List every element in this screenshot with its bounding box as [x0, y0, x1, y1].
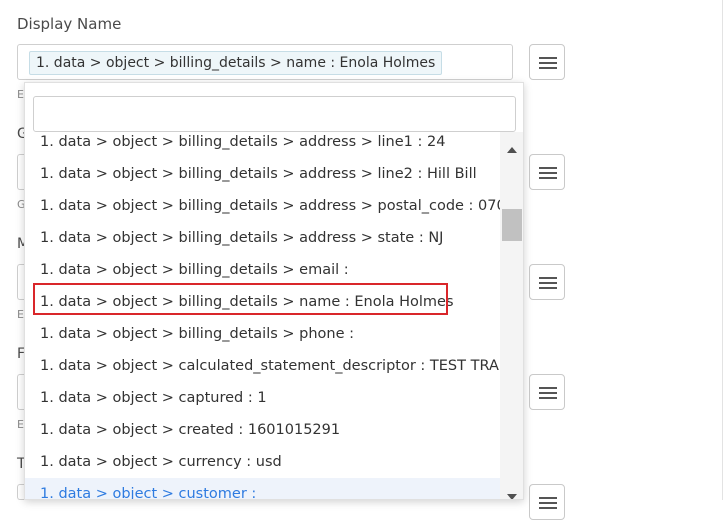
selected-value-chip[interactable]: 1. data > object > billing_details > nam… — [29, 51, 443, 75]
dropdown-option[interactable]: 1. data > object > created : 1601015291 — [25, 414, 500, 446]
field-2-menu-button[interactable] — [529, 154, 565, 190]
triangle-down-icon[interactable] — [507, 494, 517, 499]
display-name-select[interactable]: 1. data > object > billing_details > nam… — [17, 44, 513, 80]
selected-option-highlight — [33, 283, 448, 315]
dropdown-option[interactable]: 1. data > object > billing_details > pho… — [25, 318, 500, 350]
dropdown-option[interactable]: 1. data > object > billing_details > add… — [25, 190, 500, 222]
field-4-hint: E — [17, 418, 24, 431]
field-3-hint: E — [17, 308, 24, 321]
scrollbar-thumb[interactable] — [502, 209, 522, 241]
display-name-hint: E — [17, 88, 24, 101]
display-name-menu-button[interactable] — [529, 44, 565, 80]
panel-right-border — [722, 0, 723, 500]
dropdown-option[interactable]: 1. data > object > billing_details > add… — [25, 222, 500, 254]
dropdown-option[interactable]: 1. data > object > captured : 1 — [25, 382, 500, 414]
dropdown-option[interactable]: 1. data > object > currency : usd — [25, 446, 500, 478]
dropdown-scrollbar[interactable] — [500, 132, 523, 499]
dropdown-option[interactable]: 1. data > object > billing_details > add… — [25, 158, 500, 190]
triangle-up-icon[interactable] — [507, 147, 517, 153]
dropdown-options-list: 1. data > object > billing_details > add… — [25, 132, 500, 499]
field-5-menu-button[interactable] — [529, 484, 565, 520]
dropdown-option[interactable]: 1. data > object > billing_details > ema… — [25, 254, 500, 286]
dropdown-option-hovered[interactable]: 1. data > object > customer : — [25, 478, 500, 499]
field-3-menu-button[interactable] — [529, 264, 565, 300]
field-mapping-dropdown: 1. data > object > billing_details > add… — [24, 82, 524, 500]
field-4-menu-button[interactable] — [529, 374, 565, 410]
display-name-label: Display Name — [17, 15, 122, 33]
dropdown-search-input[interactable] — [33, 96, 516, 132]
dropdown-option[interactable]: 1. data > object > billing_details > add… — [25, 132, 500, 158]
dropdown-option[interactable]: 1. data > object > calculated_statement_… — [25, 350, 500, 382]
